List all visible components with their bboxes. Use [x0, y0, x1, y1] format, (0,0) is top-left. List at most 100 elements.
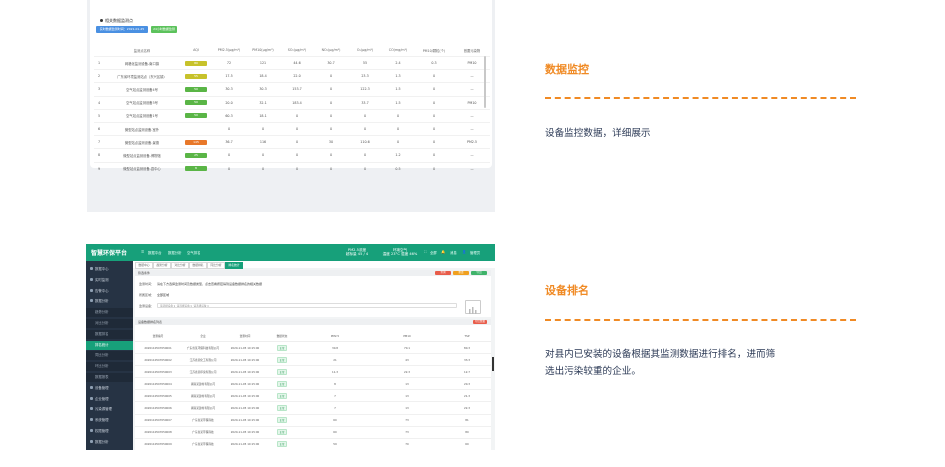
- header-cell[interactable]: PM10/颗粒(个): [414, 44, 454, 57]
- device-chip[interactable]: 请选择设备 ▾: [177, 305, 192, 307]
- sidebar-item[interactable]: 趋势分析: [86, 308, 133, 318]
- sidebar-item[interactable]: 同比分析: [86, 351, 133, 361]
- monitor-time: 2020-11-05 10:15:00: [225, 377, 265, 391]
- tab[interactable]: 数据排名: [189, 262, 207, 269]
- table-row[interactable]: 2020110507050005 湖南某建材有限公司 2020-11-05 10:1…: [135, 389, 491, 403]
- header-cell[interactable]: 首要污染物: [454, 44, 490, 57]
- tab[interactable]: 同比分析: [207, 262, 225, 269]
- bell-icon[interactable]: 🔔: [441, 250, 445, 254]
- table-row[interactable]: 2020110507050001 广东省某环保科技有限公司 2020-11-05 1…: [135, 341, 491, 355]
- header-cell[interactable]: PM2.5: [299, 331, 371, 342]
- header-cell[interactable]: 企业: [181, 331, 225, 342]
- table-row[interactable]: 5 空气站点监测设备1号 50 60.3 18.1 0 0 0 0 0—: [94, 108, 490, 123]
- header-cell[interactable]: PM10(μg/m³): [246, 44, 280, 57]
- table-row[interactable]: 1 网格化监测设备-南口镇 80 72 121 44.6 30.7 55 2.4 0.3 PM10: [94, 55, 490, 70]
- header-cell[interactable]: O₃(μg/m³): [348, 44, 382, 57]
- fullscreen-label[interactable]: 全屏: [430, 250, 437, 255]
- table-row[interactable]: 4 空气站点监测设备3号 50 20.0 32.1 183.4 0 33.7 1.5 0 PM10: [94, 95, 490, 110]
- scrollbar[interactable]: [484, 56, 486, 108]
- sidebar-item[interactable]: 告警中心: [86, 287, 133, 296]
- aqi-badge: 8: [185, 166, 207, 172]
- table-row[interactable]: 6 微型站点监测设备-室外 0 0 0 0 0 0 0—: [94, 121, 490, 136]
- 24h-chip[interactable]: 24小时数据监测: [151, 26, 177, 33]
- data-cell: 0: [414, 69, 454, 83]
- top-nav-item[interactable]: 数据中台: [148, 250, 162, 255]
- header-cell[interactable]: 监测点名称: [104, 44, 180, 57]
- header-cell[interactable]: CO(mg/m³): [382, 44, 414, 57]
- data-cell: 0: [414, 135, 454, 149]
- header-cell[interactable]: AQI: [180, 44, 212, 57]
- realtime-chip[interactable]: 实时数据监测时间：2021-01-25 14:00:00: [96, 26, 148, 38]
- sidebar-item[interactable]: 数据分析: [86, 297, 133, 306]
- menu-icon: [90, 418, 93, 422]
- query-button[interactable]: 查询: [435, 271, 451, 275]
- enterprise: 广东省某环保科技: [181, 438, 225, 450]
- table-row[interactable]: 7 微型站点监测设备-景德 145 36.7 116 0 30 110.6 0 0 PM2.5: [94, 135, 490, 149]
- sidebar-item[interactable]: 环比分析: [86, 362, 133, 372]
- user-label[interactable]: 管理员: [470, 250, 480, 255]
- sidebar-item[interactable]: 对比分析: [86, 319, 133, 328]
- sidebar-item[interactable]: 数据排名: [86, 329, 133, 339]
- aqi-cell: 25: [180, 148, 212, 162]
- tab[interactable]: 对比分析: [171, 262, 189, 269]
- pm10-value: 70.1: [371, 341, 443, 355]
- tsp-value: 21.3: [443, 389, 491, 403]
- sidebar-item-label: 告警中心: [95, 288, 109, 293]
- table-row[interactable]: 2020110507050007 广东省某环保科技 2020-11-05 10:15…: [135, 414, 491, 427]
- device-chip[interactable]: 请选择设备 ▾: [194, 305, 209, 307]
- header-cell[interactable]: SO₂(μg/m³): [280, 44, 314, 57]
- reset-button[interactable]: 重置: [453, 271, 469, 275]
- sidebar-item[interactable]: 实时监测: [86, 276, 133, 285]
- device-select[interactable]: 请选择设备 ▾ 请选择设备 ▾ 请选择设备 ▾: [157, 303, 457, 308]
- table-row[interactable]: 9 微型站点监测设备-县中心 8 0 0 0 0 0 0.5 0—: [94, 161, 490, 175]
- header-cell[interactable]: 数据状态: [265, 331, 299, 342]
- sidebar-item[interactable]: 系统管理: [86, 416, 133, 425]
- scrollbar[interactable]: [492, 357, 494, 371]
- table-row[interactable]: 2020110507050006 湖南某建材有限公司 2020-11-05 10:1…: [135, 401, 491, 415]
- table-row[interactable]: 2020110507050009 广东省某环保科技 2020-11-05 10:15…: [135, 438, 491, 450]
- top-nav-item[interactable]: 数据分析: [168, 250, 182, 255]
- header-cell[interactable]: PM10: [371, 331, 443, 342]
- tab[interactable]: 数据中心: [135, 262, 153, 269]
- table-row[interactable]: 2 广东省环境监测站点（东兴区镇） 55 17.5 18.4 22.0 0 23.3 1.3 0—: [94, 69, 490, 83]
- fullscreen-icon[interactable]: ⛶: [424, 250, 426, 254]
- sidebar-item[interactable]: 数据报表: [86, 373, 133, 382]
- export-button[interactable]: 导出: [471, 271, 487, 275]
- sidebar-item-label: 同比分析: [95, 353, 109, 358]
- export-data-button[interactable]: 导出数据: [473, 320, 487, 324]
- aqi-cell: 145: [180, 135, 212, 149]
- header-cell[interactable]: NO₂(μg/m³): [314, 44, 348, 57]
- sidebar-item[interactable]: 数据分析: [86, 438, 133, 447]
- sidebar-item[interactable]: 权限管理: [86, 427, 133, 436]
- device-chip[interactable]: 请选择设备 ▾: [160, 305, 175, 307]
- station-name: 空气站点监测设备4号: [104, 82, 180, 97]
- sidebar-item[interactable]: 企业管理: [86, 395, 133, 404]
- table-row[interactable]: 8 微型站点监测设备-博物馆 25 0 0 0 0 0 1.2 0—: [94, 148, 490, 162]
- header-cell[interactable]: 监测编号: [135, 331, 181, 342]
- chart-icon[interactable]: [465, 300, 481, 314]
- header-cell[interactable]: TSP: [443, 331, 491, 342]
- top-nav-item[interactable]: 空气排名: [187, 250, 201, 255]
- table-row[interactable]: 2020110507050002 江苏省某化工有限公司 2020-11-05 10:…: [135, 353, 491, 367]
- sidebar-item[interactable]: 排名统计: [86, 340, 133, 350]
- data-cell: 17.5: [212, 69, 246, 83]
- sidebar-item[interactable]: 污染源管理: [86, 405, 133, 414]
- user-icon[interactable]: 👤: [462, 250, 466, 254]
- table-row[interactable]: 3 空气站点监测设备4号 50 30.3 30.3 153.7 0 122.3 1.5 0—: [94, 82, 490, 97]
- status-cell: 正常: [265, 365, 299, 379]
- aqi-badge: 80: [185, 60, 207, 66]
- message-label[interactable]: 消息: [450, 250, 457, 255]
- tab[interactable]: 排名统计: [225, 262, 243, 269]
- table-row[interactable]: 2020110507050004 湖南某建材有限公司 2020-11-05 10:1…: [135, 377, 491, 391]
- table-row[interactable]: 2020110507050008 广东省某环保科技 2020-11-05 10:15…: [135, 426, 491, 439]
- tsp-value: 80.3: [443, 341, 491, 355]
- sidebar-item[interactable]: 数据中心: [86, 265, 133, 274]
- region-value[interactable]: 全部区域: [157, 293, 169, 297]
- tab[interactable]: 趋势分析: [153, 262, 171, 269]
- menu-toggle-icon[interactable]: ☰: [141, 250, 144, 254]
- table-row[interactable]: 2020110507050003 江苏省某印染有限公司 2020-11-05 10:…: [135, 365, 491, 379]
- sidebar-item[interactable]: 设备管理: [86, 384, 133, 393]
- header-cell[interactable]: PM2.5(μg/m³): [212, 44, 246, 57]
- data-cell: 0: [382, 121, 414, 136]
- header-cell[interactable]: 监测时间: [225, 331, 265, 342]
